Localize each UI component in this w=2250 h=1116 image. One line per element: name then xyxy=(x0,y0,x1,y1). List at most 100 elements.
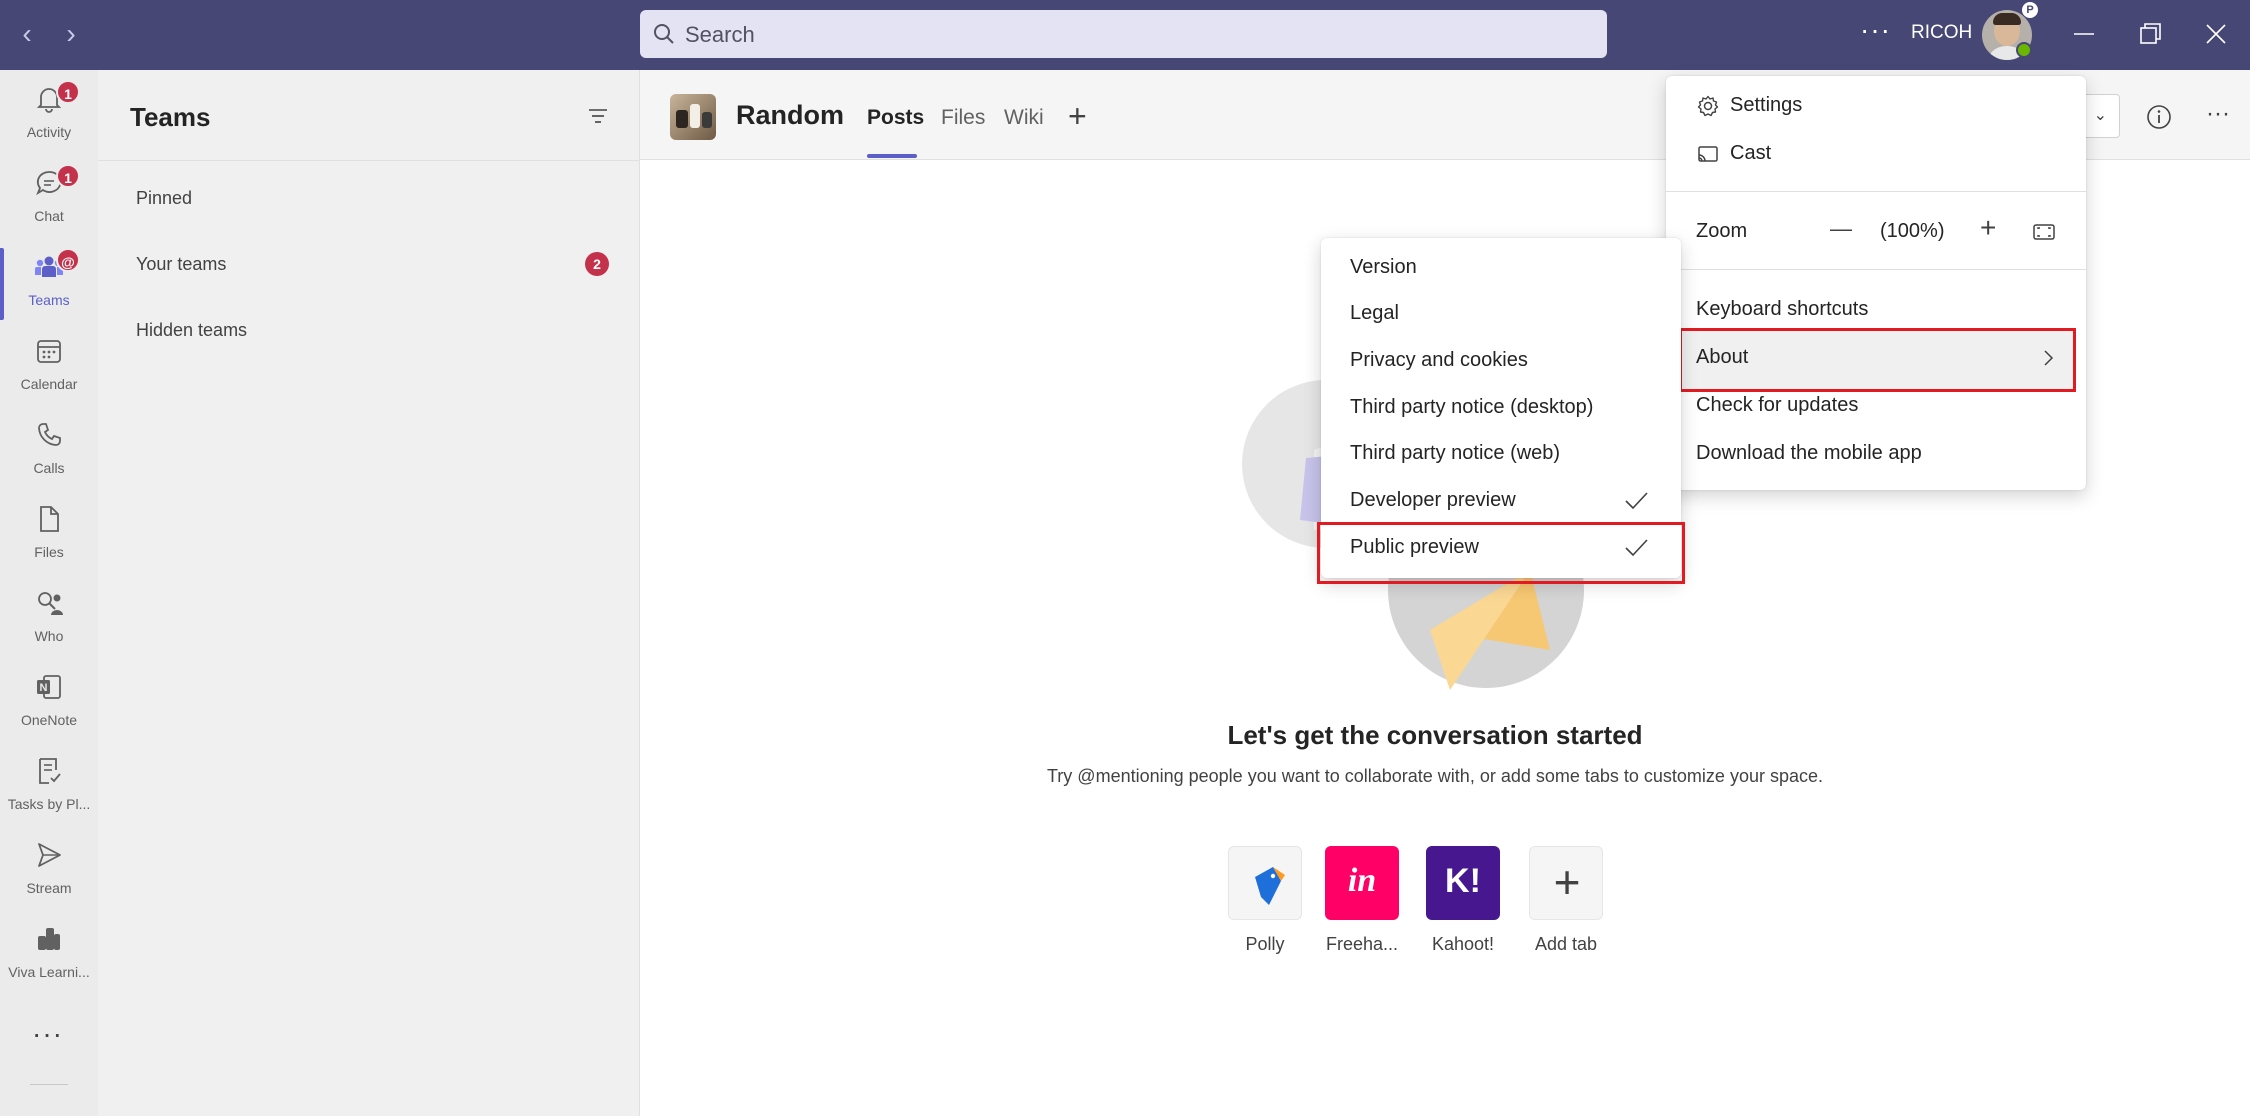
rail-label: Tasks by Pl... xyxy=(7,796,91,812)
zoom-out-button[interactable]: — xyxy=(1830,216,1852,242)
app-tile-add-tab[interactable]: + Add tab xyxy=(1511,846,1621,955)
fullscreen-icon[interactable] xyxy=(2032,220,2056,244)
info-icon[interactable] xyxy=(2146,104,2172,130)
back-arrow-icon[interactable]: ‹ xyxy=(12,19,42,49)
keyboard-shortcuts-item[interactable]: Keyboard shortcuts xyxy=(1696,298,1868,321)
search-icon xyxy=(654,24,674,44)
rail-item-calendar[interactable]: Calendar xyxy=(0,326,98,410)
rail-label: Files xyxy=(34,544,64,560)
empty-state-subtitle: Try @mentioning people you want to colla… xyxy=(1046,766,1823,786)
more-apps-icon[interactable]: ··· xyxy=(32,1018,63,1050)
rail-label: Stream xyxy=(26,880,72,896)
polly-icon xyxy=(1228,846,1302,920)
rail-item-calls[interactable]: Calls xyxy=(0,410,98,494)
about-submenu: Version Legal Privacy and cookies Third … xyxy=(1317,238,1685,584)
zoom-in-button[interactable]: + xyxy=(1980,212,1996,244)
legal-item[interactable]: Legal xyxy=(1350,302,1399,325)
rail-label: Activity xyxy=(26,124,72,140)
minimize-icon[interactable] xyxy=(2066,16,2102,52)
app-name: Freeha... xyxy=(1325,934,1399,954)
zoom-value: (100%) xyxy=(1880,220,1945,242)
tab-posts[interactable]: Posts xyxy=(867,106,924,130)
rail-item-tasks[interactable]: Tasks by Pl... xyxy=(0,746,98,830)
rail-label: Calls xyxy=(33,460,65,476)
rail-divider xyxy=(30,1084,68,1085)
list-item-pinned[interactable]: Pinned xyxy=(136,188,192,209)
rail-label: OneNote xyxy=(20,712,78,728)
restore-icon[interactable] xyxy=(2132,16,2168,52)
privacy-cookies-item[interactable]: Privacy and cookies xyxy=(1350,349,1528,372)
app-name: Add tab xyxy=(1534,934,1598,954)
invision-freehand-icon: in xyxy=(1325,846,1399,920)
list-item-your-teams[interactable]: Your teams xyxy=(136,254,226,275)
app-tile-freehand[interactable]: in Freeha... xyxy=(1307,846,1417,955)
file-icon xyxy=(40,506,59,532)
rail-item-files[interactable]: Files xyxy=(0,494,98,578)
rail-item-activity[interactable]: 1 Activity xyxy=(0,74,98,158)
close-icon[interactable] xyxy=(2198,16,2234,52)
download-mobile-app-item[interactable]: Download the mobile app xyxy=(1696,442,1922,465)
active-tab-indicator xyxy=(867,154,917,158)
settings-menu: Settings Cast Zoom — (100%) + Keyboard s… xyxy=(1666,76,2086,490)
filter-icon[interactable] xyxy=(586,104,610,128)
app-name: Kahoot! xyxy=(1431,934,1495,954)
app-tile-polly[interactable]: Polly xyxy=(1210,846,1320,955)
settings-item[interactable]: Settings xyxy=(1730,94,1802,117)
app-tile-kahoot[interactable]: K! Kahoot! xyxy=(1408,846,1518,955)
rail-item-teams[interactable]: @ Teams xyxy=(0,242,98,326)
app-glyph: in xyxy=(1347,862,1377,899)
check-updates-item[interactable]: Check for updates xyxy=(1696,394,1858,417)
title-bar: ‹ › Search ··· RICOH P xyxy=(0,0,2250,70)
channel-more-icon[interactable]: ··· xyxy=(2206,100,2230,128)
developer-preview-item[interactable]: Developer preview xyxy=(1350,489,1516,512)
empty-state-title: Let's get the conversation started xyxy=(1227,720,1643,750)
rail-label: Teams xyxy=(28,292,70,308)
third-party-desktop-item[interactable]: Third party notice (desktop) xyxy=(1350,396,1593,419)
tab-files[interactable]: Files xyxy=(941,106,985,130)
rail-item-onenote[interactable]: N OneNote xyxy=(0,662,98,746)
org-name[interactable]: RICOH xyxy=(1911,22,1972,44)
app-rail: 1 Activity 1 Chat @ Teams Calendar Calls… xyxy=(0,70,98,1116)
who-icon xyxy=(38,592,63,615)
cast-item[interactable]: Cast xyxy=(1730,142,1771,165)
rail-label: Chat xyxy=(34,208,64,224)
channel-name: Random xyxy=(736,100,844,130)
divider xyxy=(98,160,640,161)
kahoot-icon: K! xyxy=(1426,846,1500,920)
chat-badge: 1 xyxy=(56,164,80,188)
checkmark-icon xyxy=(1625,492,1648,510)
svg-text:N: N xyxy=(40,682,48,694)
add-icon: + xyxy=(1529,846,1603,920)
version-item[interactable]: Version xyxy=(1350,256,1417,279)
onenote-icon: N xyxy=(37,675,61,699)
rail-item-who[interactable]: Who xyxy=(0,578,98,662)
gear-icon xyxy=(1697,95,1719,117)
rail-item-stream[interactable]: Stream xyxy=(0,830,98,914)
about-item[interactable]: About xyxy=(1696,346,1748,369)
rail-item-viva-learning[interactable]: Viva Learni... xyxy=(0,914,98,998)
third-party-web-item[interactable]: Third party notice (web) xyxy=(1350,442,1560,465)
activity-badge: 1 xyxy=(56,80,80,104)
more-options-icon[interactable]: ··· xyxy=(1860,14,1891,46)
search-input[interactable]: Search xyxy=(640,10,1607,58)
rail-item-chat[interactable]: 1 Chat xyxy=(0,158,98,242)
rail-label: Who xyxy=(34,628,64,644)
add-tab-plus-icon[interactable]: + xyxy=(1068,98,1087,135)
team-avatar xyxy=(670,94,716,140)
pane-title: Teams xyxy=(130,102,211,132)
menu-divider xyxy=(1666,191,2086,192)
rail-label: Viva Learni... xyxy=(8,964,90,980)
tab-wiki[interactable]: Wiki xyxy=(1004,106,1044,130)
menu-divider xyxy=(1666,269,2086,270)
public-preview-highlight xyxy=(1317,522,1685,584)
calendar-icon xyxy=(37,340,61,363)
app-name: Polly xyxy=(1245,934,1285,954)
teams-list-pane: Teams Pinned Your teams 2 Hidden teams xyxy=(98,70,640,1116)
phone-icon xyxy=(38,423,61,446)
stream-icon xyxy=(38,843,61,867)
your-teams-badge: 2 xyxy=(585,252,609,276)
list-item-hidden-teams[interactable]: Hidden teams xyxy=(136,320,247,341)
chevron-right-icon xyxy=(2044,350,2054,366)
forward-arrow-icon[interactable]: › xyxy=(56,19,86,49)
presence-available-icon xyxy=(2016,42,2032,58)
